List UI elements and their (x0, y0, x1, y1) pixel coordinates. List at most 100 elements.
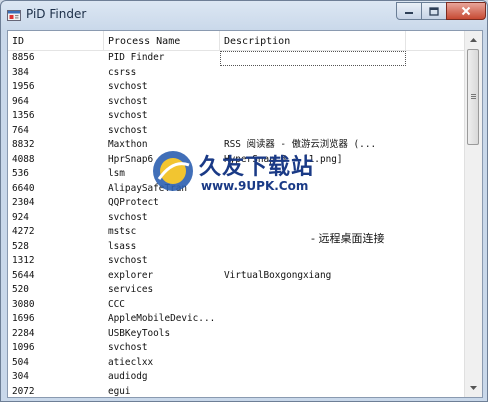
window-title: PiD Finder (26, 7, 87, 21)
cell-process-name: svchost (108, 211, 148, 223)
cell-description (220, 109, 406, 124)
cell-description: VirtualBoxgongxiang (224, 269, 332, 281)
grip-line (471, 96, 476, 97)
cell-id: 2072 (12, 385, 35, 397)
cell-description (220, 327, 406, 342)
cell-id: 1356 (12, 110, 35, 121)
cell-process-name: explorer (108, 269, 154, 281)
table-row[interactable]: 4272 mstsc (8, 225, 466, 240)
cell-description (220, 196, 406, 211)
cell-id: 3080 (12, 298, 35, 310)
table-row[interactable]: 5644 explorer VirtualBoxgongxiang (8, 269, 466, 284)
cell-id: 1696 (12, 313, 35, 324)
cell-description (220, 124, 406, 139)
cell-process-name: atieclxx (108, 356, 154, 368)
cell-description (220, 298, 406, 313)
process-list[interactable]: ID Process Name Description 8856 PID Find… (7, 30, 483, 398)
cell-description (220, 356, 406, 371)
cell-id: 8856 (12, 52, 35, 63)
cell-process-name: USBKeyTools (108, 327, 171, 339)
table-row[interactable]: 8856 PID Finder (8, 51, 466, 66)
cell-description (220, 312, 406, 327)
cell-description (220, 283, 406, 298)
table-row[interactable]: 3080 CCC (8, 298, 466, 313)
cell-id: 5644 (12, 269, 35, 281)
mstsc-description: - 远程桌面连接 (311, 232, 385, 245)
scroll-down-icon (470, 386, 477, 390)
vertical-scrollbar[interactable] (464, 31, 482, 397)
cell-description (220, 80, 406, 95)
table-row[interactable]: 384 csrss (8, 66, 466, 81)
title-bar[interactable]: PiD Finder (1, 1, 487, 29)
cell-id: 8832 (12, 139, 35, 150)
table-row[interactable]: 2284 USBKeyTools (8, 327, 466, 342)
cell-process-name: svchost (108, 95, 148, 107)
maximize-button[interactable] (421, 2, 447, 20)
close-icon (461, 6, 471, 16)
cell-process-name: AppleMobileDevic... (108, 313, 216, 324)
table-row[interactable]: 2072 egui (8, 385, 466, 398)
table-row[interactable]: 764 svchost (8, 124, 466, 139)
scroll-up-icon (470, 38, 477, 42)
table-row[interactable]: 2304 QQProtect (8, 196, 466, 211)
cell-process-name: audiodg (108, 371, 148, 382)
table-row[interactable]: 504 atieclxx (8, 356, 466, 371)
cell-id: 924 (12, 211, 29, 223)
table-row[interactable]: 924 svchost (8, 211, 466, 226)
column-header-id[interactable]: ID (8, 31, 104, 50)
cell-description: RSS 阅读器 - 傲游云浏览器 (... (224, 139, 377, 150)
table-row[interactable]: 1696 AppleMobileDevic... (8, 312, 466, 327)
cell-id: 384 (12, 66, 29, 78)
table-row[interactable]: 8832 Maxthon RSS 阅读器 - 傲游云浏览器 (... (8, 138, 466, 153)
table-row[interactable]: 4088 HprSnap6 HyperSnap 6 - [1.png] (8, 153, 466, 168)
maximize-icon (429, 6, 439, 16)
minimize-icon (405, 12, 413, 14)
table-row[interactable]: 1956 svchost (8, 80, 466, 95)
cell-process-name: egui (108, 385, 131, 397)
cell-process-name: svchost (108, 81, 148, 92)
cell-process-name: Maxthon (108, 139, 148, 150)
minimize-button[interactable] (396, 2, 422, 20)
cell-id: 4088 (12, 153, 35, 165)
scroll-thumb[interactable] (467, 49, 479, 145)
column-header-description[interactable]: Description (220, 31, 406, 50)
cell-process-name: svchost (108, 124, 148, 136)
list-rows: 8856 PID Finder 384 csrss 1956 svchost 964 svch… (8, 51, 466, 398)
cell-process-name: svchost (108, 110, 148, 121)
scroll-down-button[interactable] (466, 380, 481, 396)
cell-id: 520 (12, 284, 29, 295)
cell-description (220, 95, 406, 110)
cell-id: 2284 (12, 327, 35, 339)
table-row[interactable]: 1356 svchost (8, 109, 466, 124)
cell-description (220, 385, 406, 398)
cell-id: 1312 (12, 255, 35, 266)
cell-process-name: csrss (108, 66, 137, 78)
cell-process-name: QQProtect (108, 197, 159, 208)
cell-process-name: lsass (108, 240, 137, 252)
scroll-up-button[interactable] (466, 32, 481, 48)
cell-description (220, 254, 406, 269)
cell-process-name: svchost (108, 255, 148, 266)
cell-id: 528 (12, 240, 29, 252)
cell-description (220, 341, 406, 356)
cell-process-name: PID Finder (108, 52, 165, 63)
table-row[interactable]: 520 services (8, 283, 466, 298)
table-row[interactable]: 528 lsass (8, 240, 466, 255)
cell-description (220, 370, 406, 385)
column-header-process-name[interactable]: Process Name (104, 31, 220, 50)
cell-description (220, 211, 406, 226)
cell-process-name: lsm (108, 168, 125, 179)
cell-id: 2304 (12, 197, 35, 208)
cell-process-name: services (108, 284, 154, 295)
table-row[interactable]: 964 svchost (8, 95, 466, 110)
table-row[interactable]: 304 audiodg (8, 370, 466, 385)
app-window: PiD Finder ID Process Name Description 8… (0, 0, 488, 402)
table-row[interactable]: 1312 svchost (8, 254, 466, 269)
table-row[interactable]: 6640 AlipaySafeTran (8, 182, 466, 197)
cell-id: 1956 (12, 81, 35, 92)
list-header: ID Process Name Description (8, 31, 466, 51)
close-button[interactable] (446, 2, 486, 20)
table-row[interactable]: 536 lsm (8, 167, 466, 182)
table-row[interactable]: 1096 svchost (8, 341, 466, 356)
grip-line (471, 94, 476, 95)
